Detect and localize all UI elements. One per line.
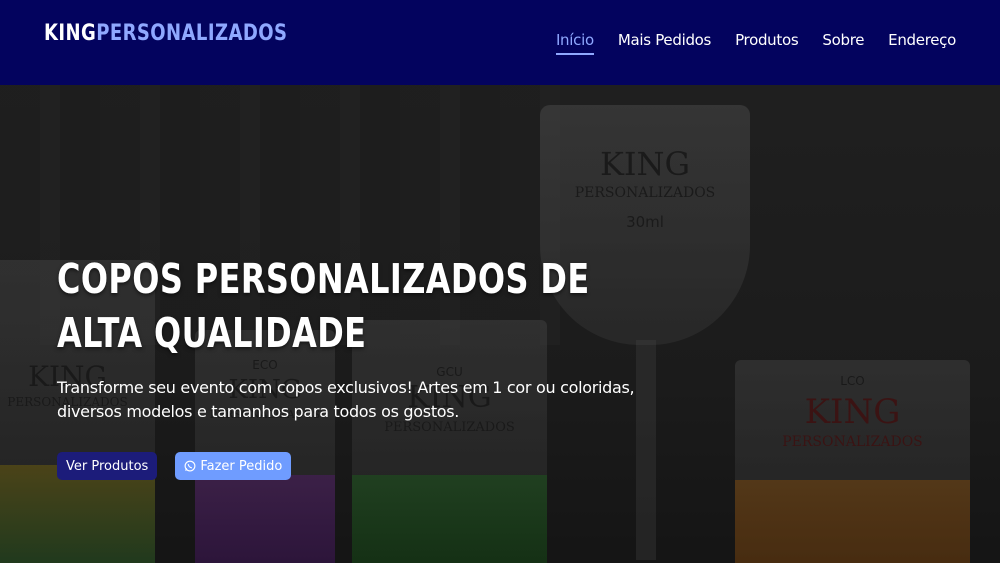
hero-content: Copos Personalizados de Alta Qualidade T… [57,252,677,480]
logo-personalizados: PERSONALIZADOS [96,21,288,46]
hero-buttons: Ver Produtos Fazer Pedido [57,452,677,480]
whatsapp-icon [184,460,196,472]
fazer-pedido-label: Fazer Pedido [200,458,283,474]
nav-produtos[interactable]: Produtos [735,31,799,55]
nav-sobre[interactable]: Sobre [822,31,864,55]
ver-produtos-label: Ver Produtos [66,458,149,474]
nav-mais-pedidos[interactable]: Mais Pedidos [618,31,712,55]
logo[interactable]: KINGPERSONALIZADOS [44,21,287,46]
main-nav: Início Mais Pedidos Produtos Sobre Ender… [555,31,956,55]
logo-king: KING [44,21,97,46]
nav-inicio[interactable]: Início [555,31,594,55]
fazer-pedido-button[interactable]: Fazer Pedido [175,452,292,480]
hero-subtitle: Transforme seu evento com copos exclusiv… [57,378,635,421]
hero-section: KING PERSONALIZADOS 30ml KING PERSONALIZ… [0,85,1000,563]
ver-produtos-button[interactable]: Ver Produtos [57,452,158,480]
site-header: KINGPERSONALIZADOS Início Mais Pedidos P… [0,0,1000,85]
hero-title: Copos Personalizados de Alta Qualidade [57,255,590,357]
nav-endereco[interactable]: Endereço [888,31,956,55]
